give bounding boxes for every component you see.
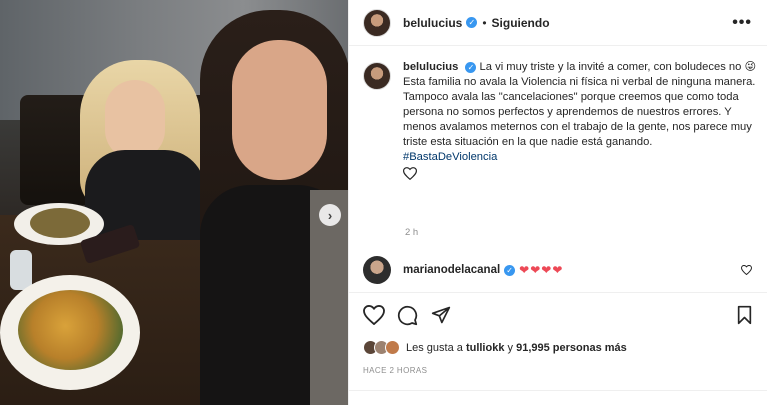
photo-food-bottom: [18, 290, 123, 370]
heart-icon[interactable]: [403, 167, 417, 180]
comment-username[interactable]: marianodelacanal: [403, 264, 500, 276]
caption-time: 2 h: [405, 227, 419, 238]
likes-text: Les gusta a tulliokk y 91,995 personas m…: [406, 342, 627, 354]
more-options-icon[interactable]: •••: [732, 14, 752, 32]
comment-icon[interactable]: [397, 305, 418, 326]
caption-avatar[interactable]: [363, 62, 391, 90]
verified-badge-icon: ✓: [466, 17, 478, 28]
heart-icon[interactable]: [741, 265, 752, 275]
likes-count[interactable]: 91,995 personas más: [516, 342, 627, 354]
photo-person-right-face: [232, 40, 327, 180]
avatar: [385, 340, 400, 355]
comment-avatar[interactable]: [363, 256, 391, 284]
likes-summary: Les gusta a tulliokk y 91,995 personas m…: [363, 340, 627, 355]
bookmark-icon[interactable]: [736, 305, 753, 325]
separator-dot: •: [482, 15, 487, 30]
comment-hearts: ❤❤❤❤: [519, 263, 564, 277]
chevron-right-icon: ›: [327, 207, 333, 223]
header-username[interactable]: belulucius: [403, 16, 462, 30]
hashtag-link[interactable]: #BastaDeViolencia: [403, 151, 497, 163]
verified-badge-icon: ✓: [465, 61, 477, 73]
caption-body: belulucius ✓ La vi muy triste y la invit…: [403, 60, 758, 180]
heart-icon[interactable]: [363, 305, 385, 325]
photo-food-top: [30, 208, 90, 238]
caption-text: Esta familia no avala la Violencia ni fí…: [403, 76, 756, 148]
next-photo-button[interactable]: ›: [319, 204, 341, 226]
paper-plane-icon[interactable]: [431, 305, 451, 325]
action-bar: [349, 292, 767, 336]
post-photo: ›: [0, 0, 348, 405]
post-panel: belulucius ✓ • Siguiendo ••• belulucius …: [348, 0, 767, 405]
following-button[interactable]: Siguiendo: [492, 16, 550, 30]
post-date: HACE 2 HORAS: [363, 366, 428, 375]
caption-line1: La vi muy triste y la invité a comer, co…: [479, 61, 757, 73]
caption-username[interactable]: belulucius: [403, 61, 458, 73]
post-header: belulucius ✓ • Siguiendo •••: [349, 0, 767, 46]
likes-prefix: Les gusta a: [406, 341, 463, 354]
divider: [349, 390, 767, 391]
likes-connector: y: [507, 341, 514, 354]
photo-bottle: [10, 250, 32, 290]
avatar[interactable]: [363, 8, 391, 37]
comment-row: marianodelacanal ✓ ❤❤❤❤: [363, 256, 758, 284]
verified-badge-icon: ✓: [504, 264, 516, 276]
caption: belulucius ✓ La vi muy triste y la invit…: [363, 60, 758, 180]
photo-person-left-face: [105, 80, 165, 160]
likes-user[interactable]: tulliokk: [466, 342, 505, 354]
